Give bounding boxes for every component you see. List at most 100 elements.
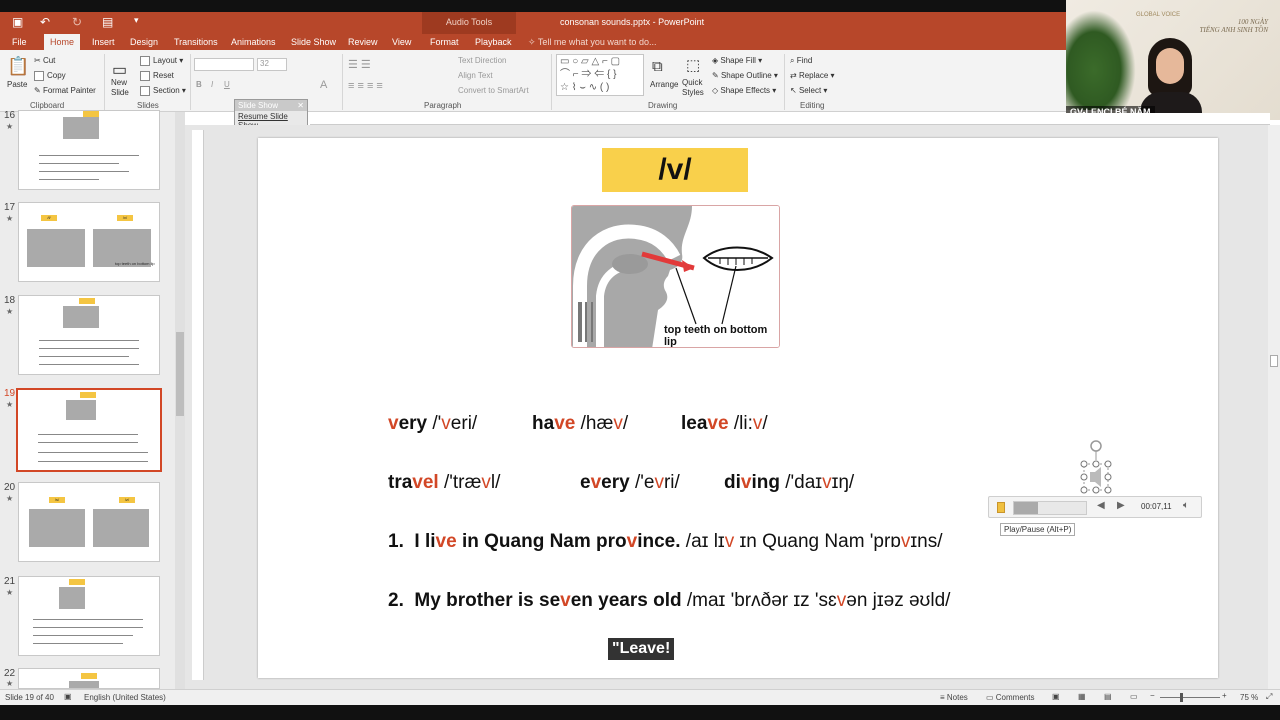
text-direction-button[interactable]: Text Direction: [458, 56, 506, 65]
divider: [104, 54, 105, 110]
sentence-1[interactable]: 1. I live in Quang Nam province. /aɪ lɪv…: [388, 531, 943, 553]
underline-button[interactable]: U: [224, 80, 230, 89]
slide-canvas[interactable]: /v/ top teeth on bottom lip very /'veri/…: [258, 138, 1218, 678]
audio-icon[interactable]: [1078, 438, 1118, 500]
shapes-gallery[interactable]: ▭ ○ ▱ △ ⌐ ▢ ⌒ ⌐ ⇒ ⇐ { } ☆ ⌇ ⌣ ∿ ( ): [556, 54, 644, 96]
slide-thumbnail-17[interactable]: /f/ /v/ top teeth on bottom lip: [18, 202, 160, 282]
find-button[interactable]: ⌕ Find: [790, 56, 812, 66]
tell-me-box[interactable]: ✧ Tell me what you want to do...: [528, 37, 656, 48]
normal-view-icon[interactable]: ▣: [1052, 692, 1060, 701]
format-painter-button[interactable]: ✎ Format Painter: [34, 86, 96, 95]
scrollbar-thumb[interactable]: [176, 332, 184, 416]
tab-animations[interactable]: Animations: [231, 37, 276, 47]
word-very[interactable]: very /'veri/: [388, 413, 477, 435]
redo-icon[interactable]: ↻: [72, 15, 82, 29]
paragraph-group-label: Paragraph: [424, 101, 462, 110]
video-subtitle: "Leave!: [608, 638, 675, 660]
bold-button[interactable]: B: [196, 80, 202, 89]
tab-design[interactable]: Design: [130, 37, 158, 47]
zoom-out-icon[interactable]: −: [1150, 691, 1155, 700]
arrange-icon[interactable]: ⧉: [652, 58, 663, 75]
mouth-diagram[interactable]: top teeth on bottom lip: [571, 205, 780, 348]
slide-thumbnail-20[interactable]: /s/ /z/: [18, 482, 160, 562]
zoom-level[interactable]: 75 %: [1240, 693, 1258, 702]
rewind-icon[interactable]: ◀: [1097, 500, 1105, 511]
thumbnail-scrollbar[interactable]: [175, 112, 185, 689]
slide-thumbnail-18[interactable]: [18, 295, 160, 375]
fit-to-window-icon[interactable]: ⤢: [1266, 692, 1272, 702]
bullets-button[interactable]: ☰ ☰: [348, 58, 371, 71]
undo-icon[interactable]: ↶: [40, 15, 50, 29]
zoom-slider-thumb[interactable]: [1180, 693, 1183, 702]
quick-styles-icon[interactable]: ⬚: [686, 56, 700, 74]
convert-smartart-button[interactable]: Convert to SmartArt: [458, 86, 529, 95]
word-part: in Quang Nam pro: [456, 531, 627, 552]
slideshow-view-icon[interactable]: ▭: [1130, 692, 1138, 701]
layout-button[interactable]: Layout ▾: [140, 56, 183, 66]
tab-slide-show[interactable]: Slide Show: [291, 37, 336, 47]
forward-icon[interactable]: ▶: [1117, 500, 1125, 511]
language-indicator[interactable]: English (United States): [84, 693, 166, 702]
pause-button[interactable]: [997, 502, 1005, 513]
word-diving[interactable]: diving /'daɪvɪŋ/: [724, 472, 854, 494]
audio-player[interactable]: ◀ ▶ 00:07,11 🔈︎: [988, 496, 1202, 518]
word-travel[interactable]: travel /'trævl/: [388, 472, 500, 494]
slide-thumbnail-22[interactable]: [18, 668, 160, 689]
align-text-button[interactable]: Align Text: [458, 71, 493, 80]
audio-progress-bar[interactable]: [1013, 501, 1087, 515]
italic-button[interactable]: I: [211, 80, 213, 89]
tab-format[interactable]: Format: [430, 37, 459, 47]
paste-button[interactable]: Paste: [7, 80, 27, 89]
volume-icon[interactable]: 🔈︎: [1183, 500, 1189, 511]
font-color-button[interactable]: A: [320, 79, 327, 91]
reading-view-icon[interactable]: ▤: [1104, 692, 1112, 701]
customize-toolbar-icon[interactable]: ▾: [134, 15, 139, 26]
slide-thumbnail-19[interactable]: [16, 388, 162, 472]
shape-effects-button[interactable]: ◇ Shape Effects ▾: [712, 86, 776, 95]
save-icon[interactable]: ▣: [12, 15, 23, 29]
replace-button[interactable]: ⇄ Replace ▾: [790, 71, 835, 80]
zoom-slider[interactable]: [1160, 697, 1220, 698]
highlight-letter: v: [740, 472, 752, 493]
paste-icon[interactable]: 📋: [7, 56, 29, 77]
comments-button[interactable]: ▭ Comments: [986, 693, 1034, 702]
slide-sorter-icon[interactable]: ▦: [1078, 692, 1086, 701]
scrollbar-thumb[interactable]: [1270, 355, 1278, 367]
close-icon[interactable]: ✕: [297, 101, 304, 110]
word-leave[interactable]: leave /li:v/: [681, 413, 768, 435]
font-name-box[interactable]: [194, 58, 254, 71]
sentence-2[interactable]: 2. My brother is seven years old /maɪ 'b…: [388, 590, 950, 612]
arrange-button[interactable]: Arrange: [650, 80, 678, 89]
font-size-box[interactable]: 32: [257, 58, 287, 71]
slide-title[interactable]: /v/: [602, 148, 748, 192]
tab-transitions[interactable]: Transitions: [174, 37, 218, 47]
tab-review[interactable]: Review: [348, 37, 378, 47]
spellcheck-icon[interactable]: ▣: [64, 692, 72, 701]
slide-thumbnail-16[interactable]: [18, 110, 160, 190]
slide-thumbnail-21[interactable]: [18, 576, 160, 656]
vertical-scrollbar[interactable]: [1268, 125, 1280, 689]
tab-view[interactable]: View: [392, 37, 411, 47]
section-button[interactable]: Section ▾: [140, 86, 186, 96]
zoom-in-icon[interactable]: +: [1222, 691, 1227, 700]
notes-button[interactable]: ≡ Notes: [940, 693, 968, 702]
tab-file[interactable]: File: [12, 37, 27, 47]
word-have[interactable]: have /hæv/: [532, 413, 628, 435]
lightbulb-icon: ✧: [528, 37, 538, 47]
shape-outline-button[interactable]: ✎ Shape Outline ▾: [712, 71, 778, 80]
tab-home[interactable]: Home: [44, 34, 81, 50]
cut-button[interactable]: ✂ Cut: [34, 56, 55, 65]
word-every[interactable]: every /'evri/: [580, 472, 680, 494]
ipa-highlight: v: [900, 531, 911, 552]
start-slideshow-icon[interactable]: ▤: [102, 15, 113, 29]
new-slide-icon[interactable]: ▭: [112, 60, 127, 80]
tab-insert[interactable]: Insert: [92, 37, 115, 47]
align-buttons[interactable]: ≡ ≡ ≡ ≡: [348, 80, 383, 92]
quick-styles-button[interactable]: Quick Styles: [682, 78, 710, 98]
copy-button[interactable]: Copy: [34, 71, 66, 81]
shape-fill-button[interactable]: ◈ Shape Fill ▾: [712, 56, 762, 65]
new-slide-button[interactable]: New Slide: [111, 78, 137, 98]
select-button[interactable]: ↖ Select ▾: [790, 86, 827, 95]
reset-button[interactable]: Reset: [140, 71, 174, 81]
tab-playback[interactable]: Playback: [475, 37, 512, 47]
